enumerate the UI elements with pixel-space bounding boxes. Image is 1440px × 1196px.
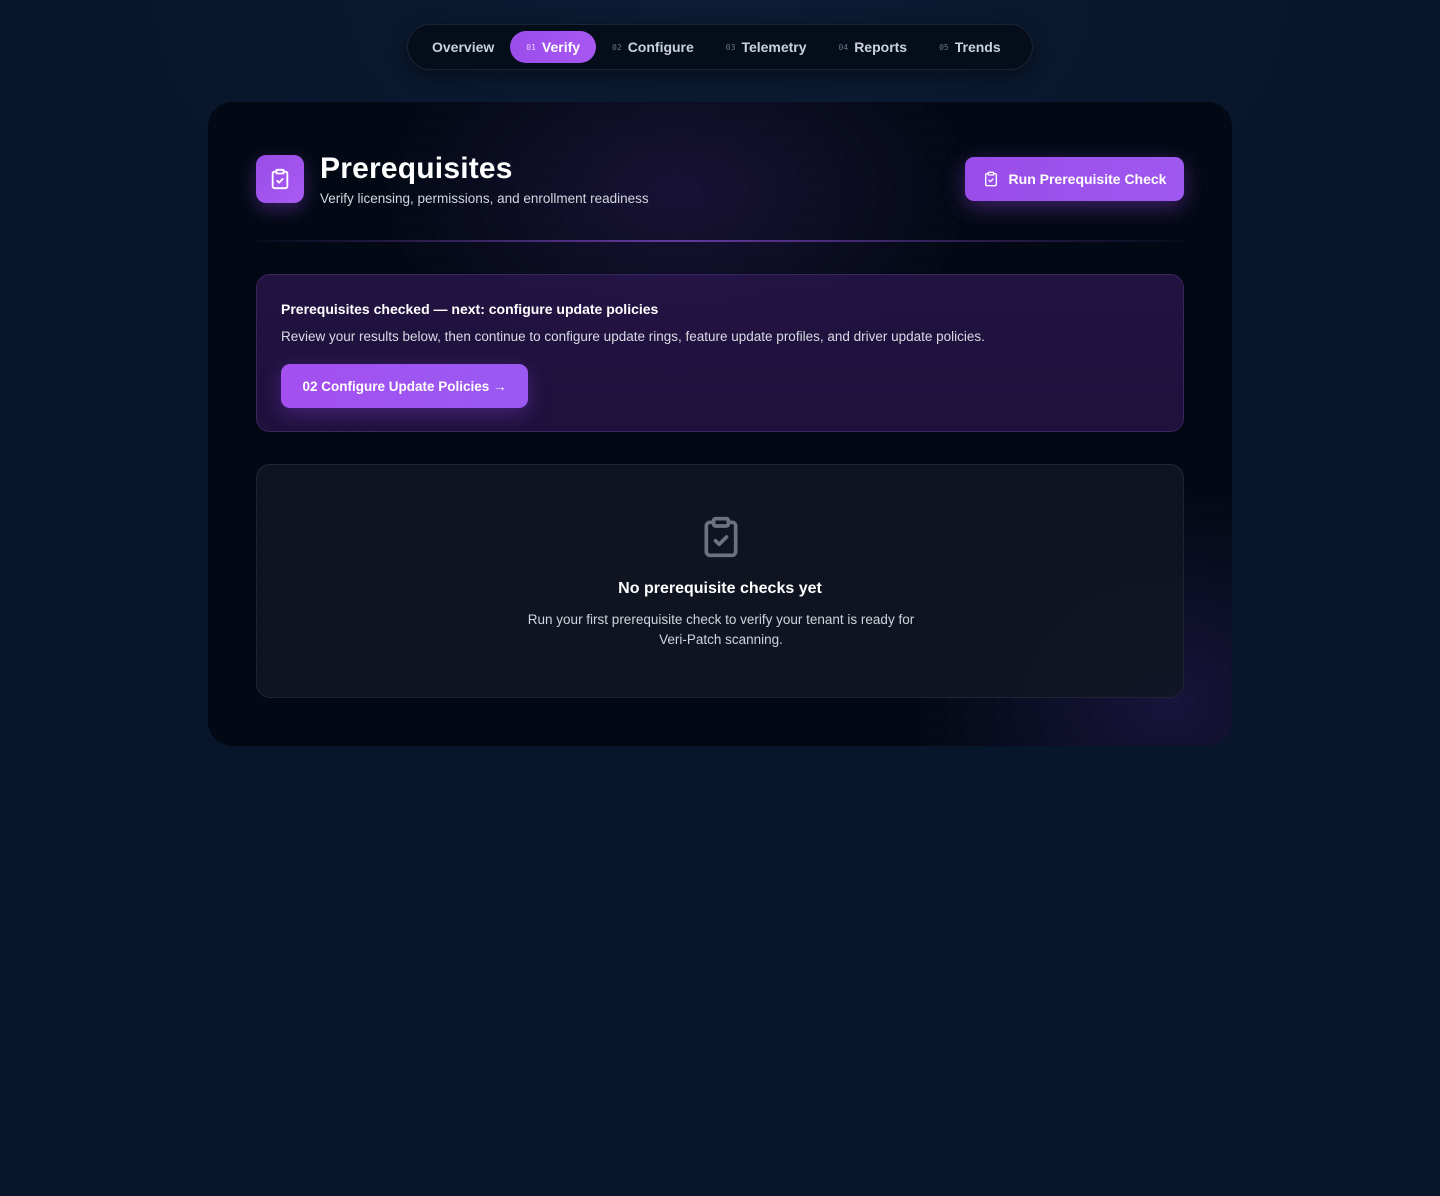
nav-item-reports[interactable]: 04 Reports [823, 31, 924, 63]
nav-item-overview[interactable]: Overview [416, 31, 510, 63]
next-step-title: Prerequisites checked — next: configure … [281, 301, 659, 317]
nav-item-label: Telemetry [741, 39, 807, 55]
clipboard-check-icon [256, 155, 304, 203]
page-title: Prerequisites [320, 152, 513, 185]
nav-step-number: 05 [939, 42, 949, 52]
clipboard-check-icon [983, 171, 999, 187]
nav-step-number: 01 [526, 42, 536, 52]
run-prerequisite-check-button[interactable]: Run Prerequisite Check [965, 157, 1184, 201]
empty-state-title: No prerequisite checks yet [618, 580, 822, 597]
nav-step-number: 02 [612, 42, 622, 52]
configure-update-policies-button[interactable]: 02 Configure Update Policies → [281, 364, 528, 408]
page-subtitle: Verify licensing, permissions, and enrol… [320, 191, 649, 206]
nav-item-trends[interactable]: 05 Trends [923, 31, 1017, 63]
nav-item-label: Trends [954, 39, 1001, 55]
nav-item-label: Overview [432, 39, 495, 55]
nav-item-configure[interactable]: 02 Configure [596, 31, 710, 63]
nav-item-label: Reports [854, 39, 908, 55]
nav-step-number: 03 [725, 42, 736, 52]
nav-step-number: 04 [838, 42, 849, 52]
empty-state-description: Run your first prerequisite check to ver… [527, 612, 915, 647]
clipboard-check-icon [697, 513, 745, 561]
nav-item-telemetry[interactable]: 03 Telemetry [710, 31, 823, 63]
next-step-panel: Prerequisites checked — next: configure … [256, 274, 1184, 432]
prerequisites-card: Prerequisites Verify licensing, permissi… [208, 102, 1232, 746]
nav-item-label: Configure [627, 39, 694, 55]
run-button-label: Run Prerequisite Check [1008, 171, 1167, 187]
next-step-description: Review your results below, then continue… [281, 329, 985, 344]
header-divider [256, 240, 1184, 242]
nav-item-verify[interactable]: 01 Verify [510, 31, 597, 63]
nav-item-label: Verify [541, 39, 581, 55]
empty-state-panel: No prerequisite checks yet Run your firs… [256, 464, 1184, 698]
step-navigation: Overview 01 Verify 02 Configure 03 Telem… [407, 24, 1033, 70]
